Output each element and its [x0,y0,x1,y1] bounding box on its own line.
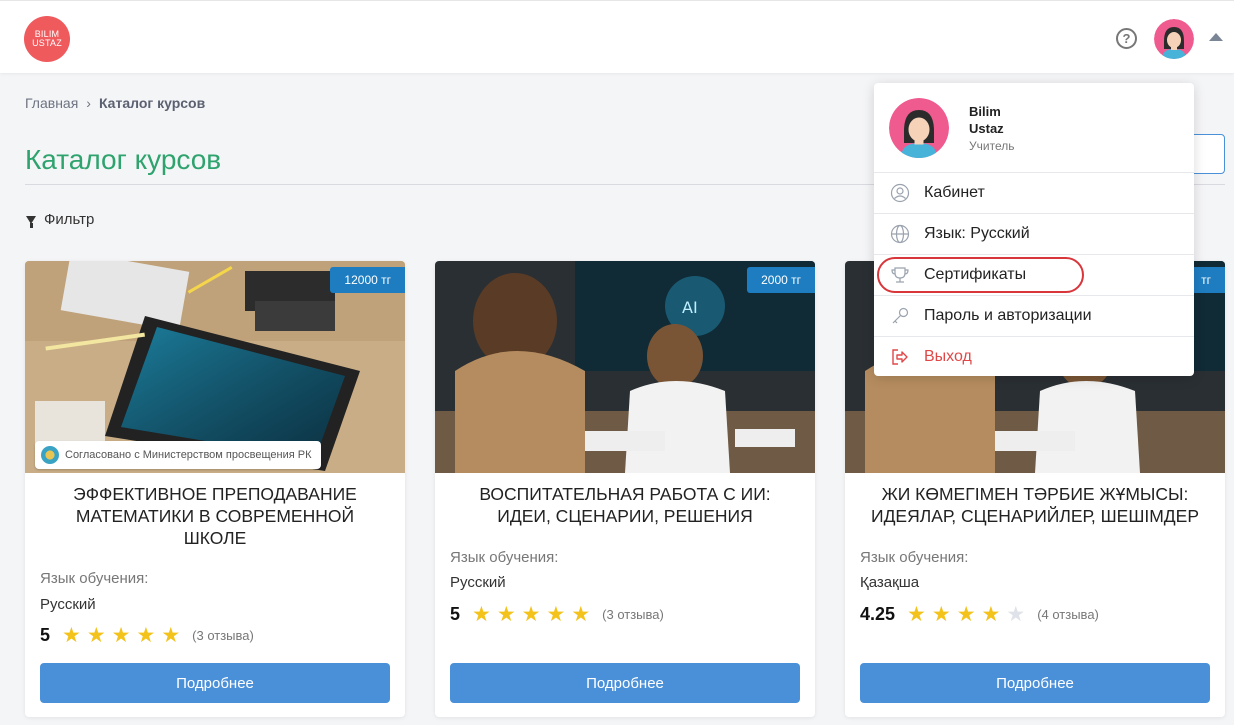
bilim-ustaz-logo[interactable]: BILIM USTAZ [24,16,70,62]
language-value: Русский [450,574,506,591]
course-card[interactable]: 12000 тг Согласовано с Министерством про… [25,261,405,717]
star-filled-icon: ★ [161,623,181,647]
top-header: BILIM USTAZ ? [0,0,1234,73]
rating-value: 5 [40,625,51,645]
star-filled-icon: ★ [521,602,541,626]
avatar-illustration [1154,19,1194,59]
star-filled-icon: ★ [931,602,951,626]
details-button[interactable]: Подробнее [860,663,1210,703]
course-image: 12000 тг Согласовано с Министерством про… [25,261,405,473]
price-tag: 12000 тг [330,267,405,293]
profile-name: Bilim Ustaz [969,104,1004,136]
badge-text: Согласовано с Министерством просвещения … [65,449,312,461]
course-title[interactable]: ЭФФЕКТИВНОЕ ПРЕПОДАВАНИЕ МАТЕМАТИКИ В СО… [45,483,385,549]
course-card[interactable]: AI 2000 тг ВОСПИТАТЕЛЬНАЯ РАБОТА С ИИ: И… [435,261,815,717]
star-filled-icon: ★ [62,623,81,647]
menu-item-cabinet[interactable]: Кабинет [874,172,1194,213]
star-filled-icon: ★ [111,623,131,647]
ministry-approved-badge: Согласовано с Министерством просвещения … [35,441,322,469]
rating-value: 5 [450,604,461,624]
trophy-icon [890,265,910,285]
chevron-right-icon: › [86,95,91,111]
details-button[interactable]: Подробнее [40,663,390,703]
filter-toggle[interactable]: Фильтр [26,211,94,228]
star-empty-icon: ★ [1006,602,1026,626]
language-value: Қазақша [860,574,920,591]
breadcrumb: Главная › Каталог курсов [25,95,205,111]
user-circle-icon [890,183,910,203]
menu-item-label: Выход [924,348,972,365]
breadcrumb-current: Каталог курсов [98,95,206,111]
language-label: Язык обучения: [450,549,559,566]
menu-item-label: Пароль и авторизации [924,307,1092,324]
menu-item-password[interactable]: Пароль и авторизации [874,295,1194,336]
star-rating: ★ ★ ★ ★ ★ [907,602,1026,626]
reviews-count: (3 отзыва) [192,628,254,643]
menu-item-logout[interactable]: Выход [874,336,1194,377]
language-value: Русский [40,596,96,613]
help-icon[interactable]: ? [1116,28,1137,49]
svg-text:AI: AI [682,298,698,317]
kazakhstan-emblem-icon [41,446,59,464]
globe-icon [890,224,910,244]
star-filled-icon: ★ [496,602,516,626]
star-rating: ★ ★ ★ ★ ★ [62,623,181,647]
menu-item-certificates[interactable]: Сертификаты [874,254,1194,295]
breadcrumb-home[interactable]: Главная [25,95,78,111]
details-button[interactable]: Подробнее [450,663,800,703]
profile-role: Учитель [969,139,1015,153]
language-label: Язык обучения: [860,549,969,566]
rating: 4.25 ★ ★ ★ ★ ★ (4 отзыва) [860,604,1099,625]
price-tag: 2000 тг [747,267,815,293]
star-filled-icon: ★ [472,602,491,626]
course-image: AI 2000 тг [435,261,815,473]
star-rating: ★ ★ ★ ★ ★ [472,602,591,626]
filter-label: Фильтр [44,211,95,228]
rating-value: 4.25 [860,604,896,624]
star-filled-icon: ★ [981,602,1001,626]
menu-item-language[interactable]: Язык: Русский [874,213,1194,254]
key-icon [890,306,910,326]
star-filled-icon: ★ [136,623,156,647]
course-title[interactable]: ВОСПИТАТЕЛЬНАЯ РАБОТА С ИИ: ИДЕИ, СЦЕНАР… [455,483,795,527]
menu-item-label: Кабинет [924,184,985,201]
reviews-count: (4 отзыва) [1037,607,1099,622]
menu-item-label: Сертификаты [924,266,1027,283]
logout-icon [890,347,910,367]
course-title[interactable]: ЖИ КӨМЕГІМЕН ТӘРБИЕ ЖҰМЫСЫ: ИДЕЯЛАР, СЦЕ… [865,483,1205,527]
menu-item-label: Язык: Русский [924,225,1030,242]
star-filled-icon: ★ [86,623,106,647]
profile-dropdown-menu: Bilim Ustaz Учитель Кабинет Язык: Русски… [874,83,1194,376]
star-filled-icon: ★ [956,602,976,626]
reviews-count: (3 отзыва) [602,607,664,622]
help-glyph: ? [1122,31,1131,46]
user-avatar[interactable] [1154,19,1194,59]
star-filled-icon: ★ [546,602,566,626]
page-title: Каталог курсов [25,144,222,175]
star-filled-icon: ★ [571,602,591,626]
caret-up-icon[interactable] [1209,33,1223,41]
funnel-icon [26,215,36,228]
star-filled-icon: ★ [907,602,926,626]
profile-avatar [889,98,949,158]
rating: 5 ★ ★ ★ ★ ★ (3 отзыва) [450,604,664,625]
language-label: Язык обучения: [40,570,149,587]
logo-text-line2: USTAZ [32,38,62,48]
rating: 5 ★ ★ ★ ★ ★ (3 отзыва) [40,625,254,646]
